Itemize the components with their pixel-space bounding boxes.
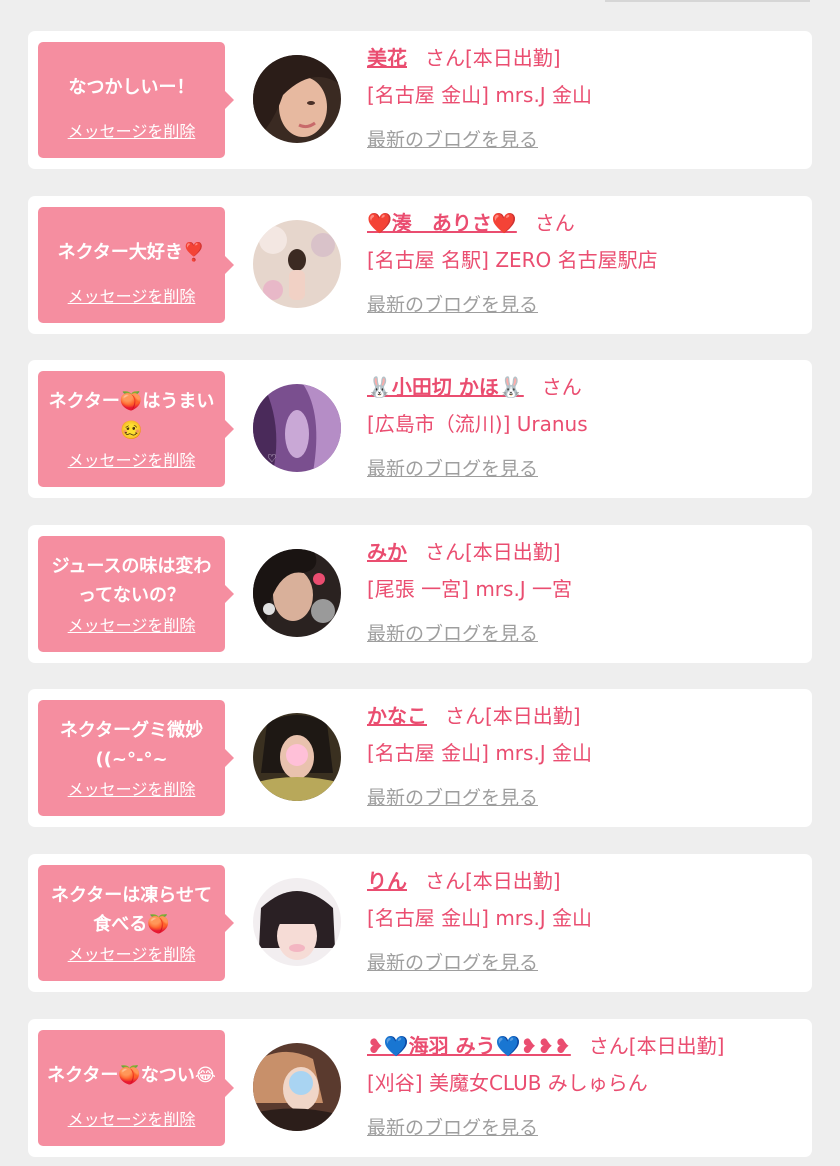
cast-info-line: 美花 さん[本日出勤] xyxy=(367,42,561,74)
shop-name: [名古屋 金山] mrs.J 金山 xyxy=(367,906,593,930)
message-card: なつかしいー！ メッセージを削除 美花 さん[本日出勤] [名古屋 金山] mrs… xyxy=(28,31,812,169)
shop-name: [名古屋 金山] mrs.J 金山 xyxy=(367,741,593,765)
cast-info-line: りん さん[本日出勤] xyxy=(367,865,561,897)
message-text: ネクターは凍らせて食べる🍑 xyxy=(51,885,212,935)
cast-info-line: ❤️湊 ありさ❤️ さん xyxy=(367,207,575,239)
avatar[interactable] xyxy=(253,55,341,143)
message-bubble: ネクター大好き❣️ メッセージを削除 xyxy=(38,207,234,323)
delete-message-link[interactable]: メッセージを削除 xyxy=(38,1106,225,1130)
message-text: ネクター🍑はうまい🥴 xyxy=(48,391,215,441)
cast-info-line: ❥💙海羽 みう💙❥❥❥ さん[本日出勤] xyxy=(367,1030,724,1062)
shop-name: [刈谷] 美魔女CLUB みしゅらん xyxy=(367,1071,648,1095)
latest-blog-link[interactable]: 最新のブログを見る xyxy=(367,620,538,648)
message-bubble: ネクターは凍らせて食べる🍑 メッセージを削除 xyxy=(38,865,234,981)
avatar[interactable] xyxy=(253,713,341,801)
avatar-photo xyxy=(253,55,341,143)
cast-status: さん[本日出勤] xyxy=(425,540,561,564)
cast-name-link[interactable]: ❥💙海羽 みう💙❥❥❥ xyxy=(367,1034,571,1058)
message-text: ネクター大好き❣️ xyxy=(57,241,206,263)
latest-blog-link[interactable]: 最新のブログを見る xyxy=(367,1114,538,1142)
cast-name-link[interactable]: 🐰小田切 かほ🐰 xyxy=(367,375,524,399)
avatar[interactable] xyxy=(253,220,341,308)
latest-blog-link[interactable]: 最新のブログを見る xyxy=(367,455,538,483)
delete-message-link[interactable]: メッセージを削除 xyxy=(38,118,225,142)
message-text: ネクターグミ微妙((~°-°~ xyxy=(59,720,204,770)
cast-info-line: かなこ さん[本日出勤] xyxy=(367,700,581,732)
shop-name: [広島市（流川)] Uranus xyxy=(367,412,588,436)
avatar-photo xyxy=(253,1043,341,1131)
message-bubble: なつかしいー！ メッセージを削除 xyxy=(38,42,234,158)
message-card: ネクター🍑なつい😂 メッセージを削除 ❥💙海羽 みう💙❥❥❥ さん[本日出勤] [… xyxy=(28,1019,812,1157)
latest-blog-link[interactable]: 最新のブログを見る xyxy=(367,784,538,812)
message-bubble: ネクター🍑なつい😂 メッセージを削除 xyxy=(38,1030,234,1146)
latest-blog-link[interactable]: 最新のブログを見る xyxy=(367,949,538,977)
shop-name: [尾張 一宮] mrs.J 一宮 xyxy=(367,577,573,601)
avatar-photo: ♡ xyxy=(253,384,341,472)
message-bubble: ネクター🍑はうまい🥴 メッセージを削除 xyxy=(38,371,234,487)
shop-name: [名古屋 名駅] ZERO 名古屋駅店 xyxy=(367,248,658,272)
message-card: ネクターグミ微妙((~°-°~ メッセージを削除 かなこ さん[本日出勤] [名古… xyxy=(28,689,812,827)
cast-name-link[interactable]: 美花 xyxy=(367,46,407,70)
cast-name-link[interactable]: ❤️湊 ありさ❤️ xyxy=(367,211,517,235)
message-card: ネクター🍑はうまい🥴 メッセージを削除 ♡ 🐰小田切 かほ🐰 さん [広島市（流川… xyxy=(28,360,812,498)
delete-message-link[interactable]: メッセージを削除 xyxy=(38,776,225,800)
cast-status: さん[本日出勤] xyxy=(425,46,561,70)
avatar[interactable]: ♡ xyxy=(253,384,341,472)
top-divider xyxy=(605,0,810,2)
delete-message-link[interactable]: メッセージを削除 xyxy=(38,612,225,636)
cast-status: さん[本日出勤] xyxy=(445,704,581,728)
cast-status: さん xyxy=(541,375,582,399)
cast-name-link[interactable]: かなこ xyxy=(367,704,427,728)
message-card: ジュースの味は変わってないの？ メッセージを削除 みか さん[本日出勤] [尾張 … xyxy=(28,525,812,663)
message-card: ネクターは凍らせて食べる🍑 メッセージを削除 りん さん[本日出勤] [名古屋 金… xyxy=(28,854,812,992)
latest-blog-link[interactable]: 最新のブログを見る xyxy=(367,126,538,154)
shop-name: [名古屋 金山] mrs.J 金山 xyxy=(367,83,593,107)
message-bubble: ジュースの味は変わってないの？ メッセージを削除 xyxy=(38,536,234,652)
cast-name-link[interactable]: みか xyxy=(367,540,407,564)
svg-text:♡: ♡ xyxy=(267,452,277,465)
avatar-photo xyxy=(253,878,341,966)
message-text: ジュースの味は変わってないの？ xyxy=(51,556,212,606)
cast-status: さん[本日出勤] xyxy=(588,1034,725,1058)
message-bubble: ネクターグミ微妙((~°-°~ メッセージを削除 xyxy=(38,700,234,816)
avatar-photo xyxy=(253,713,341,801)
cast-status: さん[本日出勤] xyxy=(425,869,561,893)
cast-info-line: みか さん[本日出勤] xyxy=(367,536,561,568)
avatar[interactable] xyxy=(253,1043,341,1131)
avatar-photo xyxy=(253,549,341,637)
cast-info-line: 🐰小田切 かほ🐰 さん xyxy=(367,371,582,403)
cast-status: さん xyxy=(534,211,575,235)
delete-message-link[interactable]: メッセージを削除 xyxy=(38,283,225,307)
delete-message-link[interactable]: メッセージを削除 xyxy=(38,447,225,471)
delete-message-link[interactable]: メッセージを削除 xyxy=(38,941,225,965)
latest-blog-link[interactable]: 最新のブログを見る xyxy=(367,291,538,319)
avatar-photo xyxy=(253,220,341,308)
avatar[interactable] xyxy=(253,549,341,637)
message-text: ネクター🍑なつい😂 xyxy=(47,1064,216,1086)
message-text: なつかしいー！ xyxy=(68,76,195,98)
message-card: ネクター大好き❣️ メッセージを削除 ❤️湊 ありさ❤️ さん [名古屋 名駅] … xyxy=(28,196,812,334)
cast-name-link[interactable]: りん xyxy=(367,869,407,893)
avatar[interactable] xyxy=(253,878,341,966)
